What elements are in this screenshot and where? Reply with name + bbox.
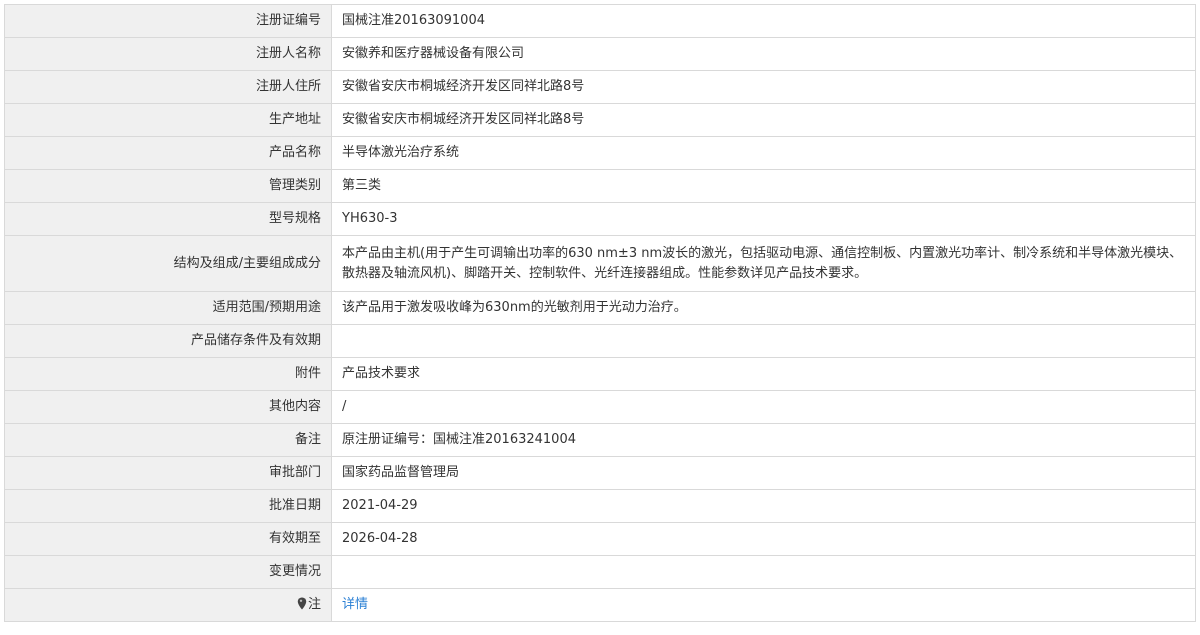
row-note: 注 详情 (4, 588, 1196, 622)
row-model-spec: 型号规格 YH630-3 (4, 202, 1196, 236)
row-label: 结构及组成/主要组成成分 (4, 235, 332, 292)
row-label: 管理类别 (4, 169, 332, 203)
row-value: / (331, 390, 1196, 424)
row-value: 安徽养和医疗器械设备有限公司 (331, 37, 1196, 71)
row-storage-validity: 产品储存条件及有效期 (4, 324, 1196, 358)
registration-info-panel: 注册证编号 国械注准20163091004 注册人名称 安徽养和医疗器械设备有限… (4, 4, 1196, 622)
row-valid-until: 有效期至 2026-04-28 (4, 522, 1196, 556)
row-value (331, 555, 1196, 589)
row-value: YH630-3 (331, 202, 1196, 236)
row-label: 其他内容 (4, 390, 332, 424)
row-value: 产品技术要求 (331, 357, 1196, 391)
row-value: 2021-04-29 (331, 489, 1196, 523)
row-label: 有效期至 (4, 522, 332, 556)
row-value: 国械注准20163091004 (331, 4, 1196, 38)
row-label: 审批部门 (4, 456, 332, 490)
row-label: 批准日期 (4, 489, 332, 523)
row-label: 附件 (4, 357, 332, 391)
row-structure-composition: 结构及组成/主要组成成分 本产品由主机(用于产生可调输出功率的630 nm±3 … (4, 235, 1196, 292)
row-value: 本产品由主机(用于产生可调输出功率的630 nm±3 nm波长的激光，包括驱动电… (331, 235, 1196, 292)
row-label: 适用范围/预期用途 (4, 291, 332, 325)
row-value: 2026-04-28 (331, 522, 1196, 556)
row-label: 产品储存条件及有效期 (4, 324, 332, 358)
row-registration-number: 注册证编号 国械注准20163091004 (4, 4, 1196, 38)
row-value: 该产品用于激发吸收峰为630nm的光敏剂用于光动力治疗。 (331, 291, 1196, 325)
row-approval-department: 审批部门 国家药品监督管理局 (4, 456, 1196, 490)
row-value: 国家药品监督管理局 (331, 456, 1196, 490)
row-value: 第三类 (331, 169, 1196, 203)
row-registrant-name: 注册人名称 安徽养和医疗器械设备有限公司 (4, 37, 1196, 71)
note-label: 注 (307, 597, 321, 612)
row-label: 注册人名称 (4, 37, 332, 71)
row-approval-date: 批准日期 2021-04-29 (4, 489, 1196, 523)
row-production-address: 生产地址 安徽省安庆市桐城经济开发区同祥北路8号 (4, 103, 1196, 137)
row-label: 注册证编号 (4, 4, 332, 38)
row-label: 型号规格 (4, 202, 332, 236)
row-label: 生产地址 (4, 103, 332, 137)
row-management-category: 管理类别 第三类 (4, 169, 1196, 203)
row-other-content: 其他内容 / (4, 390, 1196, 424)
row-label: 注 (4, 588, 332, 622)
row-value: 详情 (331, 588, 1196, 622)
row-label: 变更情况 (4, 555, 332, 589)
row-remarks: 备注 原注册证编号：国械注准20163241004 (4, 423, 1196, 457)
row-change-status: 变更情况 (4, 555, 1196, 589)
row-product-name: 产品名称 半导体激光治疗系统 (4, 136, 1196, 170)
row-label: 产品名称 (4, 136, 332, 170)
row-attachment: 附件 产品技术要求 (4, 357, 1196, 391)
registration-info-table: 注册证编号 国械注准20163091004 注册人名称 安徽养和医疗器械设备有限… (4, 4, 1196, 622)
row-label: 备注 (4, 423, 332, 457)
details-link[interactable]: 详情 (342, 597, 368, 612)
row-value: 半导体激光治疗系统 (331, 136, 1196, 170)
row-registrant-address: 注册人住所 安徽省安庆市桐城经济开发区同祥北路8号 (4, 70, 1196, 104)
row-value: 安徽省安庆市桐城经济开发区同祥北路8号 (331, 103, 1196, 137)
row-value: 安徽省安庆市桐城经济开发区同祥北路8号 (331, 70, 1196, 104)
row-value (331, 324, 1196, 358)
row-value: 原注册证编号：国械注准20163241004 (331, 423, 1196, 457)
row-label: 注册人住所 (4, 70, 332, 104)
pin-icon (297, 597, 307, 610)
row-scope-intended-use: 适用范围/预期用途 该产品用于激发吸收峰为630nm的光敏剂用于光动力治疗。 (4, 291, 1196, 325)
